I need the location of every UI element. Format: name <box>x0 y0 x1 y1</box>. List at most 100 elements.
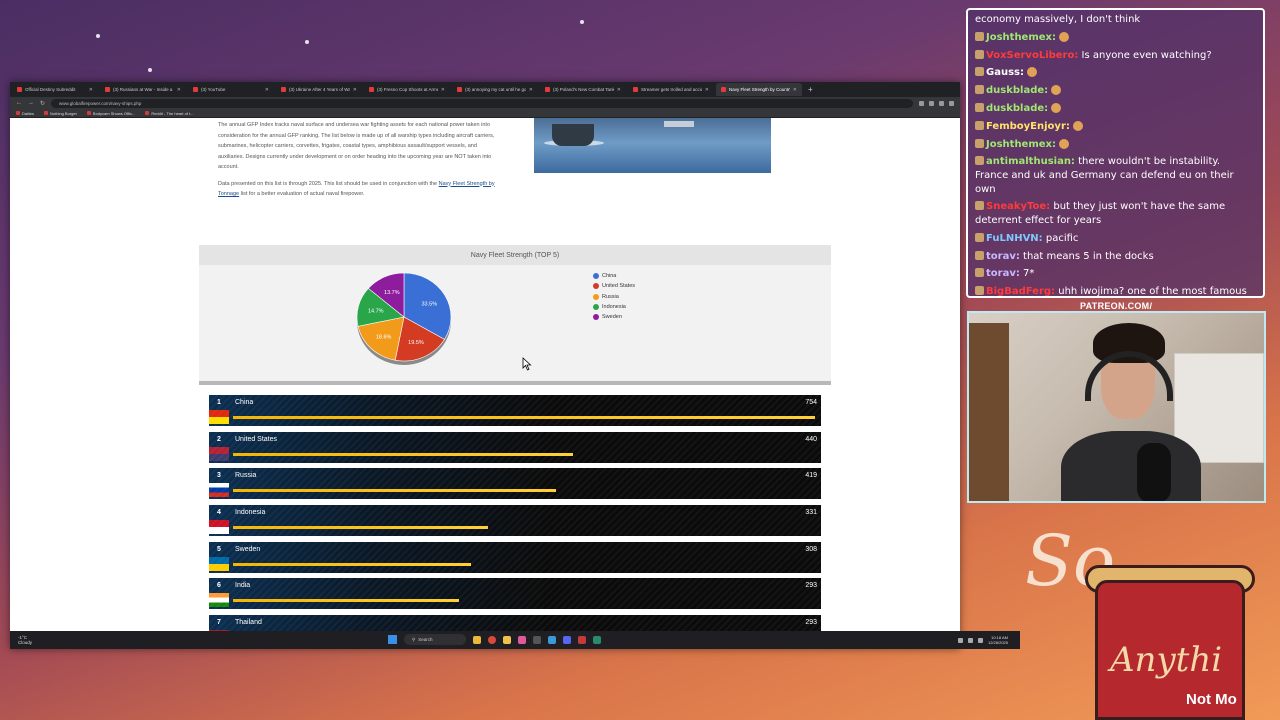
weather-desc: Cloudy <box>18 640 33 645</box>
browser-tab[interactable]: (3) Ukraine After 4 Years of War ✕ <box>276 83 362 96</box>
chat-username[interactable]: duskblade: <box>986 85 1048 96</box>
browser-tab[interactable]: (3) annoying my cat until he go ✕ <box>452 83 538 96</box>
chat-username[interactable]: FuLNHVN: <box>986 233 1043 244</box>
tab-close-icon[interactable]: ✕ <box>529 87 533 93</box>
ranking-row[interactable]: 4 Indonesia 331 <box>209 505 821 537</box>
ship-count: 331 <box>805 509 817 517</box>
file-explorer-icon[interactable] <box>473 635 481 644</box>
ranking-row[interactable]: 2 United States 440 <box>209 431 821 463</box>
chat-username[interactable]: duskblade: <box>986 103 1048 114</box>
tab-close-icon[interactable]: ✕ <box>617 87 621 93</box>
browser-tab[interactable]: (3) YouTube ✕ <box>188 83 274 96</box>
ranking-row[interactable]: 5 Sweden 308 <box>209 541 821 573</box>
tab-close-icon[interactable]: ✕ <box>705 87 709 93</box>
tab-favicon-icon <box>281 87 286 92</box>
legend-item[interactable]: China <box>593 271 635 281</box>
tab-close-icon[interactable]: ✕ <box>89 87 93 93</box>
strength-bar-track <box>233 416 815 419</box>
tab-close-icon[interactable]: ✕ <box>265 87 269 93</box>
browser-tab[interactable]: (3) Russians at War - Inside a R ✕ <box>100 83 186 96</box>
browser-tab[interactable]: (3) Poland's New Combat Tank ✕ <box>540 83 626 96</box>
chat-username[interactable]: SneakyToe: <box>986 201 1050 212</box>
network-icon[interactable] <box>967 637 973 643</box>
url-input[interactable]: www.globalfirepower.com/navy-ships.php <box>51 98 913 108</box>
chat-username[interactable]: Joshthemex: <box>986 32 1056 43</box>
chrome-icon[interactable] <box>488 635 496 644</box>
folder-icon[interactable] <box>503 635 511 644</box>
tab-close-icon[interactable]: ✕ <box>441 87 445 93</box>
bookmark-item[interactable]: Bodycam Shows Offic... <box>87 111 135 116</box>
country-name[interactable]: Sweden <box>235 546 260 553</box>
windows-start-icon[interactable] <box>388 635 397 644</box>
article-text-prefix: Data presented on this list is through 2… <box>218 180 438 187</box>
chat-username[interactable]: FemboyEnjoyr: <box>986 121 1070 132</box>
profile-icon[interactable] <box>939 100 944 106</box>
country-name[interactable]: Thailand <box>235 619 262 626</box>
chat-username[interactable]: torav: <box>986 251 1020 262</box>
legend-item[interactable]: Indonesia <box>593 302 635 312</box>
tab-title: Official Destiny Subreddit <box>25 87 76 92</box>
tab-title: (3) Ukraine After 4 Years of War <box>289 87 350 92</box>
legend-label: United States <box>602 283 636 290</box>
chat-message: torav: that means 5 in the docks <box>975 248 1256 266</box>
country-name[interactable]: Indonesia <box>235 509 265 516</box>
bookmark-item[interactable]: Dailies <box>16 111 34 116</box>
country-name[interactable]: China <box>235 399 253 406</box>
new-tab-icon[interactable]: + <box>808 85 813 94</box>
chat-username[interactable]: torav: <box>986 268 1020 279</box>
country-name[interactable]: Russia <box>235 472 256 479</box>
tab-close-icon[interactable]: ✕ <box>793 87 797 93</box>
back-icon[interactable]: ← <box>16 100 22 106</box>
menu-icon[interactable] <box>949 100 954 106</box>
tab-favicon-icon <box>193 87 198 92</box>
chat-username[interactable]: VoxServoLibero: <box>986 50 1078 61</box>
pie-slice-label: 33.5% <box>422 301 438 307</box>
app-icon[interactable] <box>578 635 586 644</box>
legend-item[interactable]: Sweden <box>593 312 635 322</box>
clock[interactable]: 10:18 AM 12/28/2025 <box>988 635 1008 645</box>
tab-close-icon[interactable]: ✕ <box>353 87 357 93</box>
system-tray: 10:18 AM 12/28/2025 <box>957 635 1008 645</box>
chat-username[interactable]: Joshthemex: <box>986 139 1056 150</box>
chat-username[interactable]: antimalthusian: <box>986 156 1075 167</box>
chat-emote-icon <box>1051 102 1062 113</box>
volume-icon[interactable] <box>977 637 983 643</box>
tab-favicon-icon <box>105 87 110 92</box>
country-name[interactable]: United States <box>235 436 277 443</box>
bookmark-item[interactable]: Reddit - The heart of t... <box>145 111 193 116</box>
obs-icon[interactable] <box>533 635 541 644</box>
country-flag-icon <box>209 593 229 608</box>
browser-tab[interactable]: Official Destiny Subreddit ✕ <box>12 83 98 96</box>
tray-chevron-icon[interactable] <box>957 637 963 643</box>
search-icon: ⚲ <box>412 636 416 642</box>
browser-tab[interactable]: Navy Fleet Strength by Country ✕ <box>716 83 802 96</box>
taskbar-search[interactable]: ⚲ Search <box>404 634 466 645</box>
strength-bar <box>233 599 460 603</box>
ranking-row[interactable]: 1 China 754 <box>209 395 821 426</box>
browser-tab[interactable]: (3) Fresno Cop Shoots at Armed ✕ <box>364 83 450 96</box>
ranking-row[interactable]: 3 Russia 419 <box>209 468 821 500</box>
forward-icon[interactable]: → <box>28 100 34 106</box>
app-icon[interactable] <box>518 635 526 644</box>
country-name[interactable]: India <box>235 582 250 589</box>
legend-item[interactable]: United States <box>593 281 635 291</box>
chat-username[interactable]: BigBadFerg: <box>986 286 1055 296</box>
ranking-row[interactable]: 6 India 293 <box>209 578 821 610</box>
tab-close-icon[interactable]: ✕ <box>177 87 181 93</box>
tab-title: Streamer gets trolled and accid <box>641 87 702 92</box>
overlay-brand-text: Not Mo <box>1186 691 1237 708</box>
app-icon[interactable] <box>593 635 601 644</box>
weather-widget[interactable]: -1°C Cloudy <box>18 635 58 645</box>
chat-username[interactable]: Gauss: <box>986 67 1024 78</box>
reload-icon[interactable]: ↻ <box>40 100 45 107</box>
pie-chart-panel: Navy Fleet Strength (TOP 5) 33.5% 19.5% 18… <box>199 245 831 385</box>
download-icon[interactable] <box>929 100 934 106</box>
browser-tab[interactable]: Streamer gets trolled and accid ✕ <box>628 83 714 96</box>
bookmark-item[interactable]: Nothing Burger <box>44 111 77 116</box>
chat-badge-icon <box>975 120 984 130</box>
legend-item[interactable]: Russia <box>593 292 635 302</box>
discord-icon[interactable] <box>563 635 571 644</box>
extension-icon[interactable] <box>919 100 924 106</box>
strength-bar-track <box>233 562 815 566</box>
telegram-icon[interactable] <box>548 635 556 644</box>
